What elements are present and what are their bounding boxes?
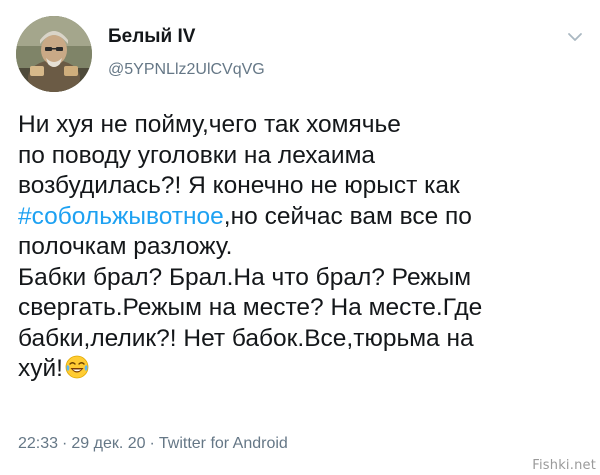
tweet-line: возбудилась?! Я конечно не юрыст как: [18, 172, 460, 199]
tweet-line: бабки,лелик?! Нет бабок.Все,тюрьма на: [18, 324, 474, 352]
tweet-line-last: хуй!: [18, 354, 588, 385]
meta-separator: ·: [62, 435, 68, 452]
tweet-meta: 22:33 · 29 дек. 20 · Twitter for Android: [18, 434, 288, 454]
hashtag-link[interactable]: #собольжывотное: [18, 203, 224, 230]
display-name[interactable]: Белый IV: [108, 26, 195, 48]
tweet-source-link[interactable]: Twitter for Android: [159, 435, 288, 452]
tweet-line: Ни хуя не пойму,чего так хомячье: [18, 111, 401, 138]
tweet-line: по поводу уголовки на лехаима: [18, 141, 376, 169]
meta-separator: ·: [149, 435, 155, 452]
tweet-text: Ни хуя не пойму,чего так хомячье по пово…: [18, 110, 588, 385]
face-with-tears-of-joy-icon: [65, 355, 89, 379]
tweet-time[interactable]: 22:33: [18, 435, 58, 452]
avatar[interactable]: [16, 16, 92, 92]
avatar-portrait-icon: [16, 16, 92, 92]
tweet-line: свергать.Режым на месте? На месте.Где: [18, 294, 483, 321]
user-handle[interactable]: @5YPNLlz2UlCVqVG: [108, 60, 265, 80]
tweet-line-with-hashtag: #собольжывотное,но сейчас вам все по: [18, 202, 588, 233]
tweet-line: хуй!: [18, 355, 63, 382]
tweet-date[interactable]: 29 дек. 20: [71, 435, 145, 452]
tweet-line: полочкам разложу.: [18, 233, 233, 260]
tweet-line-suffix: ,но сейчас вам все по: [223, 202, 472, 230]
chevron-down-icon[interactable]: [566, 28, 584, 46]
watermark: Fishki.net: [532, 458, 596, 473]
tweet-line: Бабки брал? Брал.На что брал? Режым: [18, 263, 472, 291]
tweet-card: Белый IV @5YPNLlz2UlCVqVG Ни хуя не пойм…: [0, 0, 600, 475]
